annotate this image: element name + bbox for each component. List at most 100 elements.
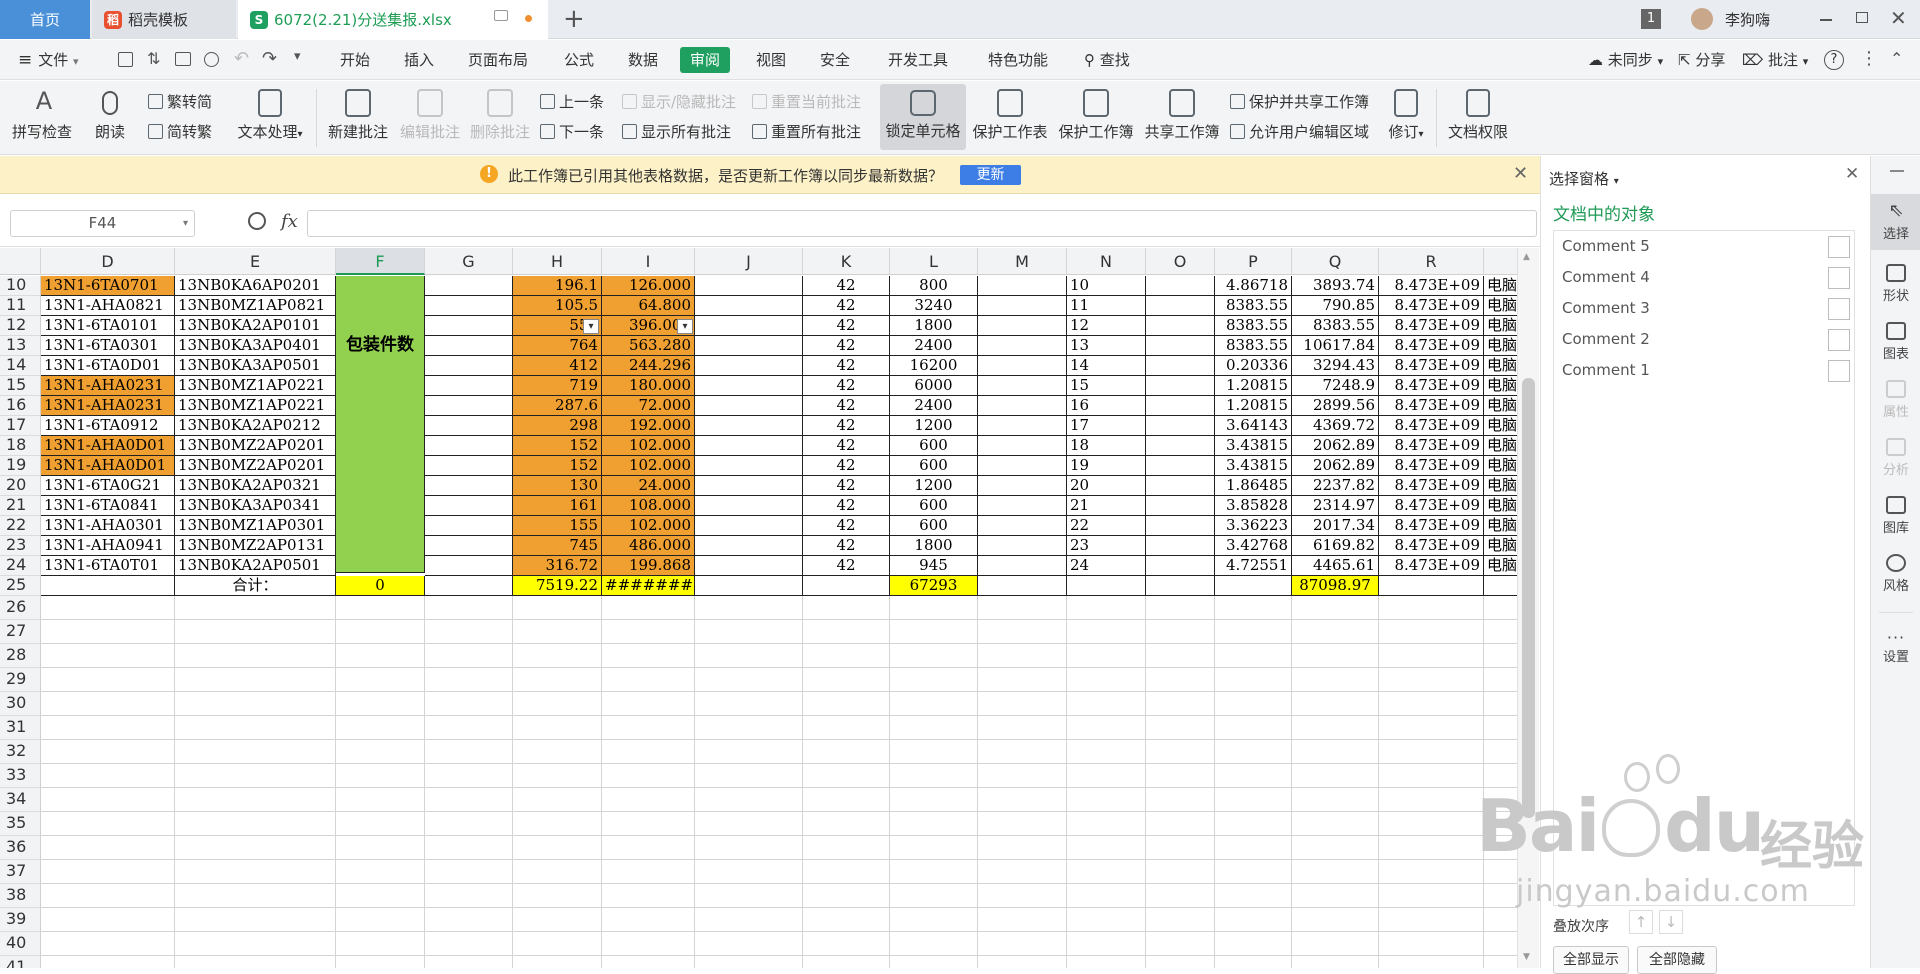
column-header-R[interactable]: R [1379,248,1484,275]
column-header-M[interactable]: M [978,248,1067,275]
visibility-checkbox[interactable] [1828,329,1850,351]
table-cell[interactable] [513,764,602,788]
table-cell[interactable] [890,812,978,836]
row-header-39[interactable]: 39 [0,908,41,932]
sidebar-item-select[interactable]: ⇖ 选择 [1871,194,1920,250]
row-header-37[interactable]: 37 [0,860,41,884]
table-cell[interactable] [695,436,803,456]
table-cell[interactable]: 412 [513,356,602,376]
table-cell[interactable] [513,788,602,812]
row-header-30[interactable]: 30 [0,692,41,716]
table-cell[interactable]: 199.868 [602,556,695,576]
table-cell[interactable] [336,836,425,860]
table-cell[interactable] [41,908,175,932]
table-cell[interactable] [890,596,978,620]
table-cell[interactable]: 13NB0MZ2AP0201 [175,456,336,476]
table-cell[interactable]: 486.000 [602,536,695,556]
table-cell[interactable] [803,860,890,884]
table-cell[interactable]: 102.000 [602,516,695,536]
table-cell[interactable] [1146,932,1215,956]
table-cell[interactable] [1146,536,1215,556]
avatar[interactable] [1691,8,1713,30]
table-cell[interactable]: 8.473E+09 [1379,276,1484,296]
table-cell[interactable] [1215,620,1292,644]
table-cell[interactable] [1146,884,1215,908]
table-cell[interactable]: 13N1-6TA0T01 [41,556,175,576]
table-cell[interactable]: 19 [1067,456,1146,476]
table-cell[interactable] [695,644,803,668]
table-cell[interactable] [1215,788,1292,812]
table-cell[interactable] [695,276,803,296]
table-cell[interactable] [425,456,513,476]
sidebar-item-gallery[interactable]: 图库 [1871,496,1920,536]
table-cell[interactable] [1215,644,1292,668]
table-cell[interactable] [41,884,175,908]
row-header-16[interactable]: 16 [0,396,41,416]
table-cell[interactable] [978,296,1067,316]
share-button[interactable]: ⇱ 分享 [1678,40,1725,80]
row-header-17[interactable]: 17 [0,416,41,436]
export-icon[interactable]: ⇅ [147,49,160,68]
table-cell[interactable]: 42 [803,276,890,296]
table-cell[interactable] [695,932,803,956]
sidebar-item-shape[interactable]: 形状 [1871,264,1920,304]
protect-sheet-button[interactable]: 保护工作表 [970,87,1050,142]
table-cell[interactable]: 12 [1067,316,1146,336]
table-cell[interactable] [1146,336,1215,356]
table-cell[interactable] [695,596,803,620]
table-cell[interactable]: 13N1-AHA0D01 [41,456,175,476]
row-header-24[interactable]: 24 [0,556,41,576]
table-cell[interactable]: 42 [803,516,890,536]
table-cell[interactable] [336,812,425,836]
collapse-ribbon-icon[interactable]: ⌃ [1890,49,1903,68]
table-cell[interactable]: 24.000 [602,476,695,496]
table-cell[interactable] [336,932,425,956]
doc-permission-button[interactable]: 文档权限 [1446,87,1510,142]
table-cell[interactable] [1215,668,1292,692]
table-cell[interactable] [425,576,513,596]
table-cell[interactable] [890,716,978,740]
menu-view[interactable]: 视图 [756,40,786,80]
table-cell[interactable] [890,908,978,932]
table-cell[interactable]: 8.473E+09 [1379,556,1484,576]
table-cell[interactable] [513,716,602,740]
table-cell[interactable] [425,436,513,456]
table-cell[interactable]: 152 [513,456,602,476]
hide-all-button[interactable]: 全部隐藏 [1637,946,1717,974]
table-cell[interactable]: 287.6 [513,396,602,416]
table-cell[interactable] [890,764,978,788]
table-cell[interactable] [978,644,1067,668]
column-header-O[interactable]: O [1146,248,1215,275]
table-cell[interactable]: 126.000 [602,276,695,296]
print-icon[interactable] [175,52,191,66]
table-cell[interactable] [803,644,890,668]
table-cell[interactable] [175,956,336,968]
table-cell[interactable]: 3.43815 [1215,456,1292,476]
table-cell[interactable] [513,692,602,716]
vertical-scrollbar[interactable]: ▲ ▼ [1517,248,1539,968]
table-cell[interactable] [803,908,890,932]
table-cell[interactable] [803,740,890,764]
table-cell[interactable]: 电脑 [1484,356,1517,376]
table-cell[interactable] [1484,788,1517,812]
table-cell[interactable]: 电脑 [1484,516,1517,536]
table-cell[interactable]: 105.5 [513,296,602,316]
table-cell[interactable]: 0.20336 [1215,356,1292,376]
table-cell[interactable] [175,908,336,932]
table-cell[interactable] [803,956,890,968]
scrollbar-thumb[interactable] [1522,378,1535,818]
table-cell[interactable] [1215,716,1292,740]
table-cell[interactable] [978,740,1067,764]
undo-icon[interactable]: ↶ [234,48,249,69]
column-header-K[interactable]: K [803,248,890,275]
table-cell[interactable] [336,692,425,716]
table-cell[interactable] [513,932,602,956]
table-cell[interactable] [513,836,602,860]
table-cell[interactable]: 22 [1067,516,1146,536]
row-header-20[interactable]: 20 [0,476,41,496]
row-header-35[interactable]: 35 [0,812,41,836]
table-cell[interactable] [1484,908,1517,932]
name-box[interactable]: F44 ▾ [10,210,195,237]
table-cell[interactable] [41,860,175,884]
table-cell[interactable] [1067,932,1146,956]
